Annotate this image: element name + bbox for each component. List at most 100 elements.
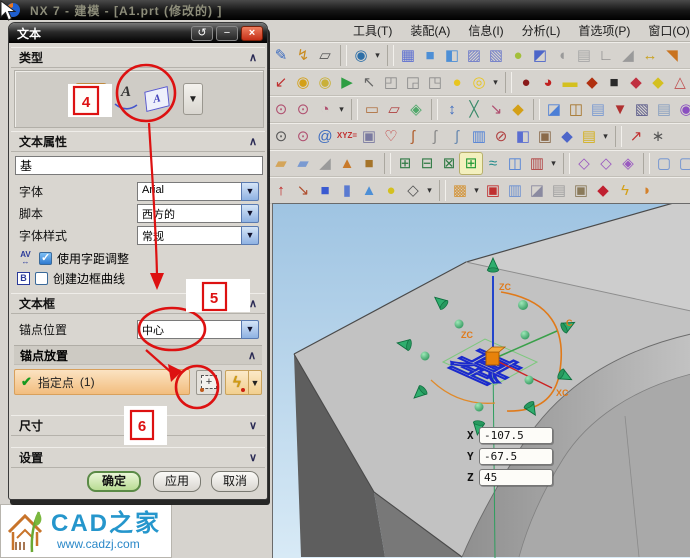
draft-icon[interactable]: ◪ (526, 180, 548, 201)
info-caret-icon[interactable]: ▾ (372, 50, 383, 61)
ellipse-point-icon[interactable]: ⊙ (292, 126, 314, 147)
slab-yellow-icon[interactable]: ▰ (270, 153, 292, 174)
rotate-view-icon[interactable]: ◉ (292, 72, 314, 93)
cylinder-blue-icon[interactable]: ▢ (653, 153, 675, 174)
ruler-icon[interactable]: ↔ (639, 45, 661, 66)
circle-caret-icon[interactable]: ▾ (336, 104, 347, 115)
boolean-add-icon[interactable]: ⊞ (394, 153, 416, 174)
menu-item-3[interactable]: 分析(L) (515, 20, 568, 41)
cylinder-blue2-icon[interactable]: ▢ (675, 153, 690, 174)
wireframe-cube-icon[interactable]: ▧ (485, 45, 507, 66)
graphics-viewport[interactable]: 基 (272, 203, 690, 558)
section-curve-icon[interactable]: ʃ (402, 126, 424, 147)
info-object-icon[interactable]: ◉ (350, 45, 372, 66)
section-curve-blue-icon[interactable]: ʃ (446, 126, 468, 147)
light-caret-icon[interactable]: ▾ (490, 77, 501, 88)
red-stamp-icon[interactable]: ▼ (609, 99, 631, 120)
shaded-cube-icon[interactable]: ■ (419, 45, 441, 66)
expression-xyz-icon[interactable]: XYZ= (336, 126, 358, 147)
type-text-on-face-button[interactable]: A (144, 86, 169, 112)
black-cube-icon[interactable]: ■ (603, 72, 625, 93)
cube-axes-icon[interactable]: ▧ (631, 99, 653, 120)
blend-orange-icon[interactable]: ◗ (636, 180, 658, 201)
y-coordinate-input[interactable] (479, 448, 553, 465)
datum-csys-icon[interactable]: ◈ (617, 153, 639, 174)
menu-item-4[interactable]: 首选项(P) (571, 20, 637, 41)
zoom-view-icon[interactable]: ▶ (336, 72, 358, 93)
sketch-spline-icon[interactable]: ✎ (270, 45, 292, 66)
type-dropdown-button[interactable]: ▼ (183, 83, 203, 115)
slab-blue-icon[interactable]: ▰ (292, 153, 314, 174)
boolean-intersect-icon[interactable]: ⊠ (438, 153, 460, 174)
extrude-arrows-icon[interactable]: ↕ (441, 99, 463, 120)
cone-orange-icon[interactable]: ▲ (336, 153, 358, 174)
rainbow-sphere-icon[interactable]: ◉ (675, 99, 690, 120)
collapse-chevron-icon[interactable]: ∧ (248, 349, 256, 362)
datum-sheet-icon[interactable]: ◈ (405, 99, 427, 120)
pad-blue-icon[interactable]: ▥ (504, 180, 526, 201)
pan-view-icon[interactable]: ◉ (314, 72, 336, 93)
font-combo[interactable]: Arial ▼ (137, 182, 259, 201)
bolt-gear-icon[interactable]: ϟ (614, 180, 636, 201)
specify-point-field[interactable]: ✔ 指定点 (1) (14, 369, 190, 395)
hexagon-point-icon[interactable]: ⊙ (270, 126, 292, 147)
lattice-icon[interactable]: ╳ (463, 99, 485, 120)
circle-radius-icon[interactable]: ⊙ (292, 99, 314, 120)
section-text-frame[interactable]: 文本框 ∧ (11, 293, 265, 314)
up-arrow-red-icon[interactable]: ↑ (270, 180, 292, 201)
type-planar-text-button[interactable]: A (75, 83, 107, 115)
boolean-subtract-icon[interactable]: ⊟ (416, 153, 438, 174)
snap-dropdown-button[interactable]: ▼ (249, 370, 262, 395)
point-dialog-button[interactable]: + (196, 370, 222, 395)
kerning-checkbox[interactable] (39, 252, 52, 265)
striped-cylinder-icon[interactable]: ▥ (468, 126, 490, 147)
pocket-red-icon[interactable]: ▣ (482, 180, 504, 201)
heart-curve-icon[interactable]: ♡ (380, 126, 402, 147)
cube-outline-icon[interactable]: ◇ (402, 180, 424, 201)
red-black-sphere-icon[interactable]: ◕ (537, 72, 559, 93)
prim-caret-icon[interactable]: ▾ (424, 185, 435, 196)
book-caret-icon[interactable]: ▾ (548, 158, 559, 169)
x-coordinate-input[interactable] (479, 427, 553, 444)
red-pen-icon[interactable]: ↗ (625, 126, 647, 147)
anchor-point-handle[interactable] (486, 352, 499, 365)
triangle-outline-icon[interactable]: △ (669, 72, 690, 93)
plane-query-icon[interactable]: ▣ (358, 126, 380, 147)
rect-resize-icon[interactable]: ▱ (314, 45, 336, 66)
ring-plane-icon[interactable]: ⊘ (490, 126, 512, 147)
circle-center-icon[interactable]: ⊙ (270, 99, 292, 120)
slant-sheet-icon[interactable]: ◥ (661, 45, 683, 66)
border-curves-checkbox[interactable] (35, 272, 48, 285)
lightbulb-icon[interactable]: ● (446, 72, 468, 93)
section-text-properties[interactable]: 文本属性 ∧ (11, 131, 265, 152)
collapse-chevron-icon[interactable]: ∧ (249, 297, 257, 310)
folder-caret-icon[interactable]: ▾ (600, 131, 611, 142)
gem-red-icon[interactable]: ◆ (592, 180, 614, 201)
dialog-close-button[interactable]: × (241, 26, 263, 41)
point-snap-button[interactable]: ϟ (225, 370, 249, 395)
shaded-edges-cube-icon[interactable]: ▦ (397, 45, 419, 66)
section-curve-gray-icon[interactable]: ʃ (424, 126, 446, 147)
combo-caret-icon[interactable]: ▼ (241, 226, 259, 245)
sphere-primitive-icon[interactable]: ● (380, 180, 402, 201)
book-open-icon[interactable]: ◫ (504, 153, 526, 174)
half-shaded-cube-icon[interactable]: ◧ (441, 45, 463, 66)
apply-button[interactable]: 应用 (153, 471, 201, 492)
book-query-icon[interactable]: ▥ (526, 153, 548, 174)
folder-yellow-icon[interactable]: ▤ (578, 126, 600, 147)
boss-orange-icon[interactable]: ▩ (449, 180, 471, 201)
select-cursor-icon[interactable]: ↖ (358, 72, 380, 93)
boss-caret-icon[interactable]: ▾ (471, 185, 482, 196)
text-content-input[interactable] (15, 156, 263, 175)
combo-caret-icon[interactable]: ▼ (241, 204, 259, 223)
move-object-icon[interactable]: ◰ (380, 72, 402, 93)
copy-object-icon[interactable]: ◳ (424, 72, 446, 93)
wedge-gray-icon[interactable]: ◢ (617, 45, 639, 66)
dark-red-sphere-icon[interactable]: ● (515, 72, 537, 93)
section-type[interactable]: 类型 ∧ (11, 47, 265, 68)
wedge-gray2-icon[interactable]: ◢ (314, 153, 336, 174)
picture-blue-icon[interactable]: ◪ (543, 99, 565, 120)
prism-blue-icon[interactable]: ◆ (556, 126, 578, 147)
dialog-minimize-button[interactable]: − (216, 26, 238, 41)
frame-feature-icon[interactable]: ▣ (570, 180, 592, 201)
